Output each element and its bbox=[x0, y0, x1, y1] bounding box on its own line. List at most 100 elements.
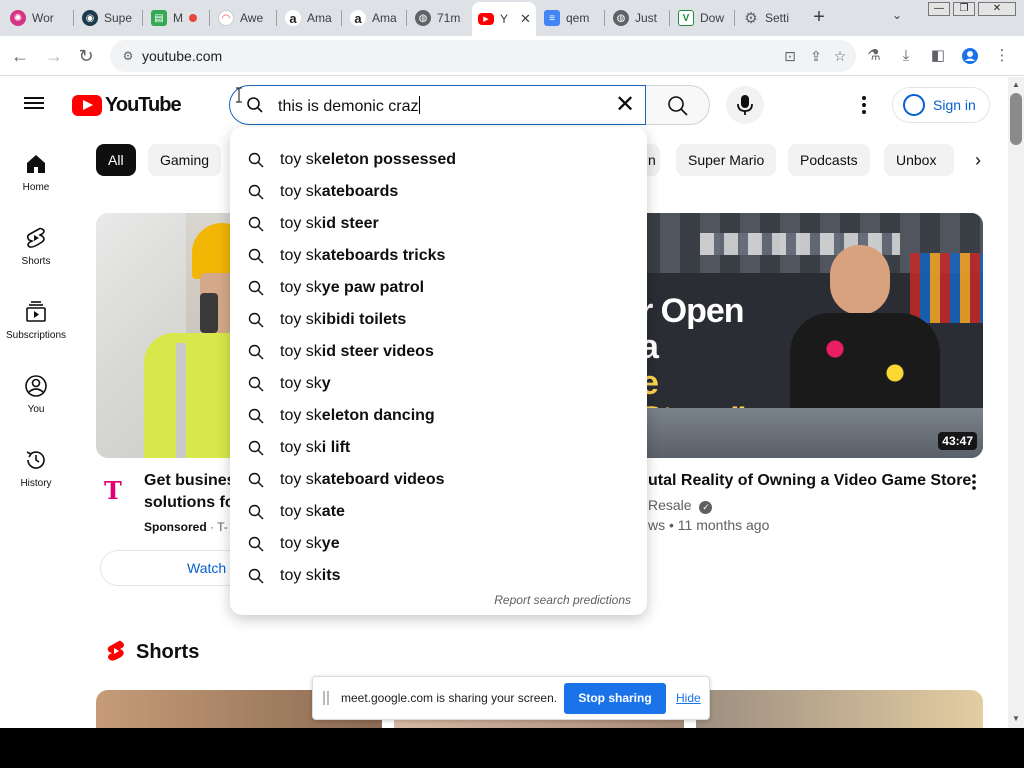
download-icon[interactable]: ⤓ bbox=[894, 44, 918, 68]
guide-item-home[interactable]: Home bbox=[0, 152, 72, 193]
search-suggestion[interactable]: toy sky bbox=[230, 368, 647, 400]
close-icon[interactable]: ✕ bbox=[520, 11, 531, 27]
report-search-predictions-link[interactable]: Report search predictions bbox=[494, 593, 631, 607]
voice-search-button[interactable] bbox=[726, 86, 764, 124]
chevron-right-icon[interactable]: › bbox=[966, 148, 990, 172]
suggestion-completion: ateboard videos bbox=[321, 471, 445, 488]
guide-label: History bbox=[20, 478, 52, 489]
channel-name[interactable]: Resale ✓ bbox=[648, 497, 713, 514]
tab-9[interactable]: ◍ Just bbox=[607, 4, 667, 32]
search-suggestion[interactable]: toy skid steer bbox=[230, 208, 647, 240]
search-suggestion[interactable]: toy skibidi toilets bbox=[230, 304, 647, 336]
search-suggestion[interactable]: toy ski lift bbox=[230, 432, 647, 464]
page-scrollbar[interactable] bbox=[1008, 77, 1024, 728]
new-tab-button[interactable]: + bbox=[806, 5, 832, 31]
profile-avatar-icon[interactable] bbox=[958, 44, 982, 68]
tmobile-logo[interactable]: T bbox=[104, 476, 122, 505]
search-icon bbox=[668, 96, 688, 116]
forward-arrow-icon[interactable]: → bbox=[42, 44, 66, 68]
tab-11[interactable]: ⚙ Setti bbox=[737, 4, 799, 32]
sponsor-name: · T- bbox=[210, 520, 228, 534]
window-close-icon[interactable]: ✕ bbox=[978, 2, 1016, 16]
search-suggestion[interactable]: toy skateboards bbox=[230, 176, 647, 208]
short-thumbnail-3[interactable] bbox=[696, 690, 983, 728]
tab-2[interactable]: ▤ M bbox=[145, 4, 207, 32]
video-2-menu-icon[interactable] bbox=[964, 472, 984, 492]
amazon-icon: a bbox=[285, 10, 301, 26]
search-suggestions-dropdown: Report search predictions toy skeleton p… bbox=[230, 127, 647, 615]
browser-menu-icon[interactable]: ⋮ bbox=[990, 44, 1014, 68]
search-suggestion[interactable]: toy skeleton dancing bbox=[230, 400, 647, 432]
guide-item-history[interactable]: History bbox=[0, 448, 72, 489]
chip-podcasts[interactable]: Podcasts bbox=[788, 144, 870, 176]
reload-icon[interactable]: ↻ bbox=[74, 44, 98, 68]
tab-1[interactable]: ◉ Supe bbox=[76, 4, 140, 32]
suggestion-prefix: toy sk bbox=[280, 535, 322, 552]
shorts-icon bbox=[26, 227, 45, 248]
tab-5[interactable]: a Ama bbox=[344, 4, 404, 32]
tab-3[interactable]: ◠ Awe bbox=[212, 4, 274, 32]
chip-super-mario[interactable]: Super Mario bbox=[676, 144, 777, 176]
video-2-title[interactable]: utal Reality of Owning a Video Game Stor… bbox=[648, 470, 971, 492]
logo-text: YouTube bbox=[105, 93, 182, 116]
tab-search-chevron-icon[interactable]: ⌄ bbox=[888, 8, 906, 26]
guide-item-shorts[interactable]: Shorts bbox=[0, 226, 72, 267]
search-suggestion[interactable]: toy skeleton possessed bbox=[230, 144, 647, 176]
scroll-down-arrow-icon[interactable]: ▼ bbox=[1010, 714, 1022, 724]
suggestion-text: toy skate bbox=[280, 503, 345, 521]
back-arrow-icon[interactable]: ← bbox=[8, 44, 32, 68]
sponsored-label: Sponsored bbox=[144, 520, 207, 534]
search-suggestion[interactable]: toy skate bbox=[230, 496, 647, 528]
chip-all[interactable]: All bbox=[96, 144, 136, 176]
tab-label: Awe bbox=[240, 11, 264, 25]
side-panel-icon[interactable]: ◧ bbox=[926, 44, 950, 68]
suggestion-completion: eleton dancing bbox=[321, 407, 435, 424]
tab-7-active[interactable]: ▶ Y ✕ bbox=[472, 2, 536, 36]
suggestion-prefix: toy sk bbox=[280, 343, 322, 360]
scrollbar-thumb[interactable] bbox=[1010, 93, 1022, 145]
address-bar[interactable]: ⚙ youtube.com ⊡ ⇪ ☆ bbox=[110, 40, 856, 72]
bookmark-star-icon[interactable]: ☆ bbox=[830, 46, 850, 66]
install-app-icon[interactable]: ⊡ bbox=[780, 46, 800, 66]
scroll-up-arrow-icon[interactable]: ▲ bbox=[1010, 80, 1022, 90]
tab-0[interactable]: ✺ Wor bbox=[4, 4, 70, 32]
v-icon: V bbox=[678, 10, 694, 26]
search-icon bbox=[248, 504, 264, 520]
account-icon bbox=[25, 375, 47, 397]
search-suggestion[interactable]: toy skits bbox=[230, 560, 647, 592]
youtube-logo[interactable]: YouTube bbox=[72, 93, 182, 116]
hide-button[interactable]: Hide bbox=[676, 691, 701, 705]
drag-handle-icon[interactable] bbox=[323, 691, 329, 705]
sign-in-button[interactable]: Sign in bbox=[892, 87, 990, 123]
search-input[interactable]: this is demonic craz ✕ bbox=[229, 85, 646, 125]
video-thumbnail-2[interactable]: r Open a e Store." 43:47 bbox=[640, 213, 983, 458]
site-info-icon[interactable]: ⚙ bbox=[120, 48, 136, 64]
search-suggestion[interactable]: toy skid steer videos bbox=[230, 336, 647, 368]
clear-search-icon[interactable]: ✕ bbox=[611, 92, 639, 120]
guide-item-subscriptions[interactable]: Subscriptions bbox=[0, 300, 72, 341]
tab-8[interactable]: ≡ qem bbox=[538, 4, 602, 32]
stop-sharing-button[interactable]: Stop sharing bbox=[564, 683, 666, 714]
search-suggestion[interactable]: toy skateboard videos bbox=[230, 464, 647, 496]
hamburger-menu-icon[interactable] bbox=[24, 94, 48, 114]
chip-gaming[interactable]: Gaming bbox=[148, 144, 222, 176]
suggestion-prefix: toy sk bbox=[280, 439, 322, 456]
search-suggestion[interactable]: toy skye paw patrol bbox=[230, 272, 647, 304]
tab-label: M bbox=[173, 11, 183, 25]
settings-kebab-icon[interactable] bbox=[852, 93, 876, 117]
chip-unbox[interactable]: Unbox bbox=[884, 144, 954, 176]
search-button[interactable] bbox=[646, 85, 710, 125]
screen-sharing-bar: meet.google.com is sharing your screen. … bbox=[312, 676, 710, 720]
search-suggestion[interactable]: toy skateboards tricks bbox=[230, 240, 647, 272]
guide-item-you[interactable]: You bbox=[0, 374, 72, 415]
search-suggestion[interactable]: toy skye bbox=[230, 528, 647, 560]
tab-4[interactable]: a Ama bbox=[279, 4, 339, 32]
shorts-logo-icon bbox=[107, 640, 124, 661]
tab-6[interactable]: ◍ 71m bbox=[409, 4, 471, 32]
restore-icon[interactable]: ❐ bbox=[953, 2, 975, 16]
lab-flask-icon[interactable]: ⚗ bbox=[862, 44, 886, 68]
tab-10[interactable]: V Dow bbox=[672, 4, 732, 32]
minimize-icon[interactable]: — bbox=[928, 2, 950, 16]
share-icon[interactable]: ⇪ bbox=[806, 46, 826, 66]
video-1-title[interactable]: Get busines solutions fo bbox=[144, 470, 236, 514]
